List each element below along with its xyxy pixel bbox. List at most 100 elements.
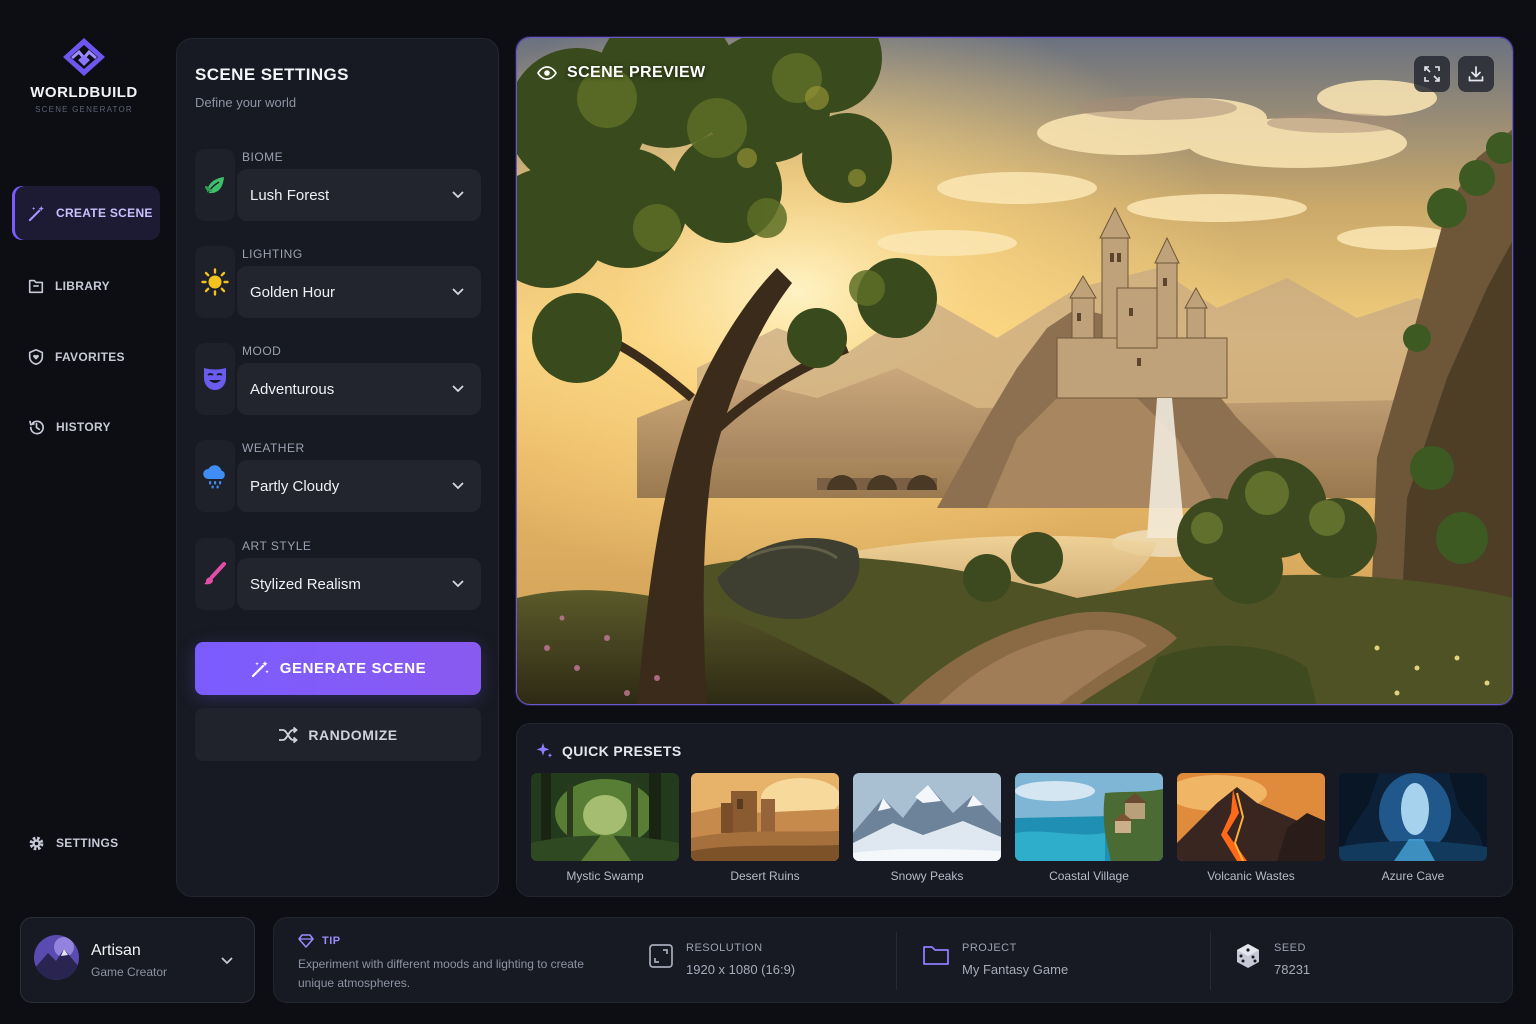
lighting-setting: LIGHTING Golden Hour [195, 246, 482, 318]
gear-icon [29, 836, 44, 850]
weather-value: Partly Cloudy [250, 477, 340, 495]
preset-label: Volcanic Wastes [1207, 869, 1295, 883]
chevron-down-icon [452, 482, 464, 490]
eye-icon [537, 66, 557, 80]
preset-thumbnail [531, 773, 679, 861]
chevron-down-icon [452, 191, 464, 199]
seed-label: SEED [1274, 942, 1306, 954]
randomize-button[interactable]: RANDOMIZE [195, 708, 481, 761]
user-profile-card[interactable]: Artisan Game Creator [20, 917, 255, 1003]
user-name: Artisan [91, 942, 141, 959]
art-style-setting: ART STYLE Stylized Realism [195, 538, 482, 610]
brand-name: WORLDBUILD [30, 84, 138, 101]
presets-title: QUICK PRESETS [562, 743, 682, 759]
biome-select[interactable]: Lush Forest [237, 169, 481, 221]
project-value: My Fantasy Game [962, 962, 1069, 977]
project-info: PROJECT My Fantasy Game [922, 942, 1068, 977]
lighting-label: LIGHTING [242, 247, 303, 261]
presets-header: QUICK PRESETS [535, 742, 682, 760]
preset-desert-ruins[interactable]: Desert Ruins [691, 773, 839, 883]
generate-label: GENERATE SCENE [279, 660, 427, 677]
biome-icon-box [195, 149, 235, 221]
art-style-icon-box [195, 538, 235, 610]
chevron-down-icon [452, 580, 464, 588]
tip-text: Experiment with different moods and ligh… [298, 957, 584, 990]
brand-logo[interactable]: WORLDBUILD SCENE GENERATOR [0, 36, 168, 114]
avatar [34, 935, 79, 980]
panel-title: SCENE SETTINGS [195, 65, 349, 84]
sidebar-nav: WORLDBUILD SCENE GENERATOR CREATE SCENE … [0, 0, 170, 900]
preview-header: SCENE PREVIEW [537, 64, 706, 82]
art-style-label: ART STYLE [242, 539, 312, 553]
nav-settings[interactable]: SETTINGS [12, 816, 160, 870]
mood-setting: MOOD Adventurous [195, 343, 482, 415]
mood-select[interactable]: Adventurous [237, 363, 481, 415]
nav-favorites[interactable]: FAVORITES [12, 330, 160, 384]
user-role: Game Creator [91, 965, 168, 979]
preset-label: Coastal Village [1049, 869, 1129, 883]
seed-value: 78231 [1274, 962, 1311, 977]
shuffle-icon [279, 726, 299, 743]
preset-snowy-peaks[interactable]: Snowy Peaks [853, 773, 1001, 883]
sparkle-icon [536, 743, 553, 758]
nav-label: LIBRARY [55, 279, 110, 293]
weather-select[interactable]: Partly Cloudy [237, 460, 481, 512]
preset-label: Mystic Swamp [566, 869, 644, 883]
biome-setting: BIOME Lush Forest [195, 149, 482, 221]
scene-preview-image[interactable] [517, 38, 1513, 705]
preset-coastal-village[interactable]: Coastal Village [1015, 773, 1163, 883]
aspect-ratio-icon [649, 944, 673, 968]
project-label: PROJECT [962, 942, 1017, 954]
nav-label: SETTINGS [56, 836, 119, 850]
weather-label: WEATHER [242, 441, 305, 455]
magic-wand-icon [251, 660, 269, 677]
nav-create-scene[interactable]: CREATE SCENE [12, 186, 160, 240]
history-icon [29, 420, 44, 435]
rain-cloud-icon [203, 465, 225, 489]
preset-azure-cave[interactable]: Azure Cave [1339, 773, 1487, 883]
panel-subtitle: Define your world [195, 95, 297, 110]
preset-volcanic-wastes[interactable]: Volcanic Wastes [1177, 773, 1325, 883]
tip-diamond-icon [298, 934, 314, 948]
nav-history[interactable]: HISTORY [12, 400, 160, 454]
generate-scene-button[interactable]: GENERATE SCENE [195, 642, 481, 695]
download-icon [1468, 66, 1484, 82]
scene-settings-panel: SCENE SETTINGS Define your world BIOME L… [176, 38, 499, 897]
nav-library[interactable]: LIBRARY [12, 259, 160, 313]
art-style-select[interactable]: Stylized Realism [237, 558, 481, 610]
download-button[interactable] [1458, 56, 1494, 92]
weather-setting: WEATHER Partly Cloudy [195, 440, 482, 512]
biome-value: Lush Forest [250, 186, 330, 204]
folder-icon [923, 946, 949, 965]
expand-icon [1424, 66, 1440, 82]
preset-thumbnail [853, 773, 1001, 861]
resolution-info: RESOLUTION 1920 x 1080 (16:9) [648, 942, 795, 977]
nav-label: FAVORITES [55, 350, 125, 364]
divider [896, 932, 897, 990]
lighting-select[interactable]: Golden Hour [237, 266, 481, 318]
magic-wand-icon [28, 205, 44, 221]
preset-mystic-swamp[interactable]: Mystic Swamp [531, 773, 679, 883]
biome-label: BIOME [242, 150, 284, 164]
scene-preview: SCENE PREVIEW [516, 37, 1513, 705]
preset-thumbnail [691, 773, 839, 861]
preset-thumbnail [1339, 773, 1487, 861]
preset-thumbnail [1015, 773, 1163, 861]
chevron-down-icon [452, 385, 464, 393]
preset-label: Desert Ruins [730, 869, 800, 883]
weather-icon-box [195, 440, 235, 512]
info-bar: TIP Experiment with different moods and … [273, 917, 1513, 1003]
preset-thumbnail [1177, 773, 1325, 861]
resolution-value: 1920 x 1080 (16:9) [686, 962, 796, 977]
randomize-label: RANDOMIZE [308, 726, 398, 743]
resolution-label: RESOLUTION [686, 942, 763, 954]
mood-icon-box [195, 343, 235, 415]
nav-label: HISTORY [56, 420, 111, 434]
leaf-icon [205, 177, 224, 195]
fullscreen-button[interactable] [1414, 56, 1450, 92]
shield-heart-icon [28, 348, 44, 366]
lighting-icon-box [195, 246, 235, 318]
lighting-value: Golden Hour [250, 283, 336, 301]
preview-title: SCENE PREVIEW [567, 64, 706, 81]
mood-value: Adventurous [250, 380, 335, 398]
